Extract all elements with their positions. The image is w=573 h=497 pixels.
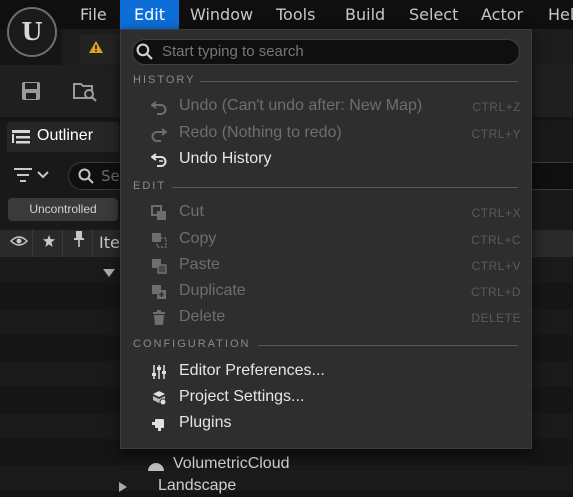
undo-icon: [150, 99, 167, 115]
menu-item-shortcut: DELETE: [471, 311, 521, 325]
menu-search-placeholder: Start typing to search: [162, 43, 304, 60]
menu-item-delete[interactable]: Delete DELETE: [121, 305, 531, 331]
menu-item-editor-preferences[interactable]: Editor Preferences...: [121, 359, 531, 385]
menu-item-undo-history[interactable]: Undo History: [121, 147, 531, 173]
menu-item-label: Undo History: [179, 150, 272, 167]
outliner-item-landscape[interactable]: Landscape: [158, 477, 236, 495]
outliner-search-placeholder: Se: [101, 167, 120, 185]
menu-item-shortcut: CTRL+Z: [472, 100, 521, 114]
menu-item-undo[interactable]: Undo (Can't undo after: New Map) CTRL+Z: [121, 94, 531, 120]
menu-actor[interactable]: Actor: [481, 0, 523, 29]
menu-item-shortcut: CTRL+C: [470, 233, 521, 247]
menu-item-label: Copy: [179, 230, 217, 247]
cloud-icon: [145, 457, 167, 477]
menu-window[interactable]: Window: [190, 0, 253, 29]
paste-icon: [151, 258, 167, 274]
menu-item-label: Duplicate: [179, 282, 246, 299]
project-settings-icon: [151, 390, 167, 406]
section-divider: [172, 187, 518, 188]
menu-item-shortcut: CTRL+V: [471, 259, 521, 273]
section-edit-title: EDIT: [133, 180, 167, 192]
copy-icon: [151, 232, 167, 248]
menu-item-shortcut: CTRL+X: [471, 206, 521, 220]
chevron-down-icon[interactable]: [102, 266, 116, 282]
browse-icon[interactable]: [72, 80, 97, 102]
menu-item-label: Undo (Can't undo after: New Map): [179, 97, 423, 114]
menu-item-label: Cut: [179, 203, 204, 220]
unreal-logo[interactable]: U: [7, 7, 57, 57]
chevron-right-icon[interactable]: [118, 481, 128, 497]
undo-history-icon: [150, 152, 167, 168]
section-configuration-title: CONFIGURATION: [133, 338, 251, 350]
menu-item-copy[interactable]: Copy CTRL+C: [121, 227, 531, 253]
logo-glyph: U: [21, 17, 43, 46]
search-icon: [78, 168, 94, 184]
outliner-title: Outliner: [37, 127, 94, 144]
warning-icon: [88, 40, 104, 58]
trash-icon: [151, 310, 167, 326]
menu-item-label: Project Settings...: [179, 388, 305, 405]
menu-item-plugins[interactable]: Plugins: [121, 411, 531, 437]
save-icon[interactable]: [20, 80, 42, 102]
menu-item-label: Editor Preferences...: [179, 362, 325, 379]
menu-tools[interactable]: Tools: [276, 0, 315, 29]
menu-item-cut[interactable]: Cut CTRL+X: [121, 200, 531, 226]
menu-item-shortcut: CTRL+D: [470, 285, 521, 299]
duplicate-icon: [151, 284, 167, 300]
menu-item-duplicate[interactable]: Duplicate CTRL+D: [121, 279, 531, 305]
filter-icon[interactable]: [14, 166, 54, 188]
menu-file[interactable]: File: [80, 0, 107, 29]
menu-item-project-settings[interactable]: Project Settings...: [121, 385, 531, 411]
menu-item-shortcut: CTRL+Y: [471, 127, 521, 141]
search-icon: [136, 43, 153, 64]
outliner-icon: [12, 129, 30, 149]
section-divider: [258, 345, 518, 346]
section-history-title: HISTORY: [133, 74, 196, 86]
eye-icon[interactable]: [6, 230, 33, 257]
plugin-icon: [151, 416, 167, 432]
menu-item-redo[interactable]: Redo (Nothing to redo) CTRL+Y: [121, 121, 531, 147]
menu-item-label: Delete: [179, 308, 226, 325]
pin-icon[interactable]: [66, 230, 93, 257]
menu-item-label: Plugins: [179, 414, 232, 431]
section-divider: [200, 81, 518, 82]
redo-icon: [151, 126, 168, 142]
menu-select[interactable]: Select: [409, 0, 458, 29]
outliner-item-volumetriccloud[interactable]: VolumetricCloud: [173, 455, 290, 473]
menu-edit[interactable]: Edit: [120, 0, 179, 29]
menu-build[interactable]: Build: [345, 0, 385, 29]
menu-item-label: Redo (Nothing to redo): [179, 124, 342, 141]
sliders-icon: [151, 364, 167, 380]
star-icon[interactable]: [36, 230, 63, 257]
cut-icon: [151, 205, 167, 221]
uncontrolled-button[interactable]: Uncontrolled: [8, 198, 118, 221]
menu-item-label: Paste: [179, 256, 220, 273]
menu-help[interactable]: Help: [548, 0, 573, 29]
menu-item-paste[interactable]: Paste CTRL+V: [121, 253, 531, 279]
